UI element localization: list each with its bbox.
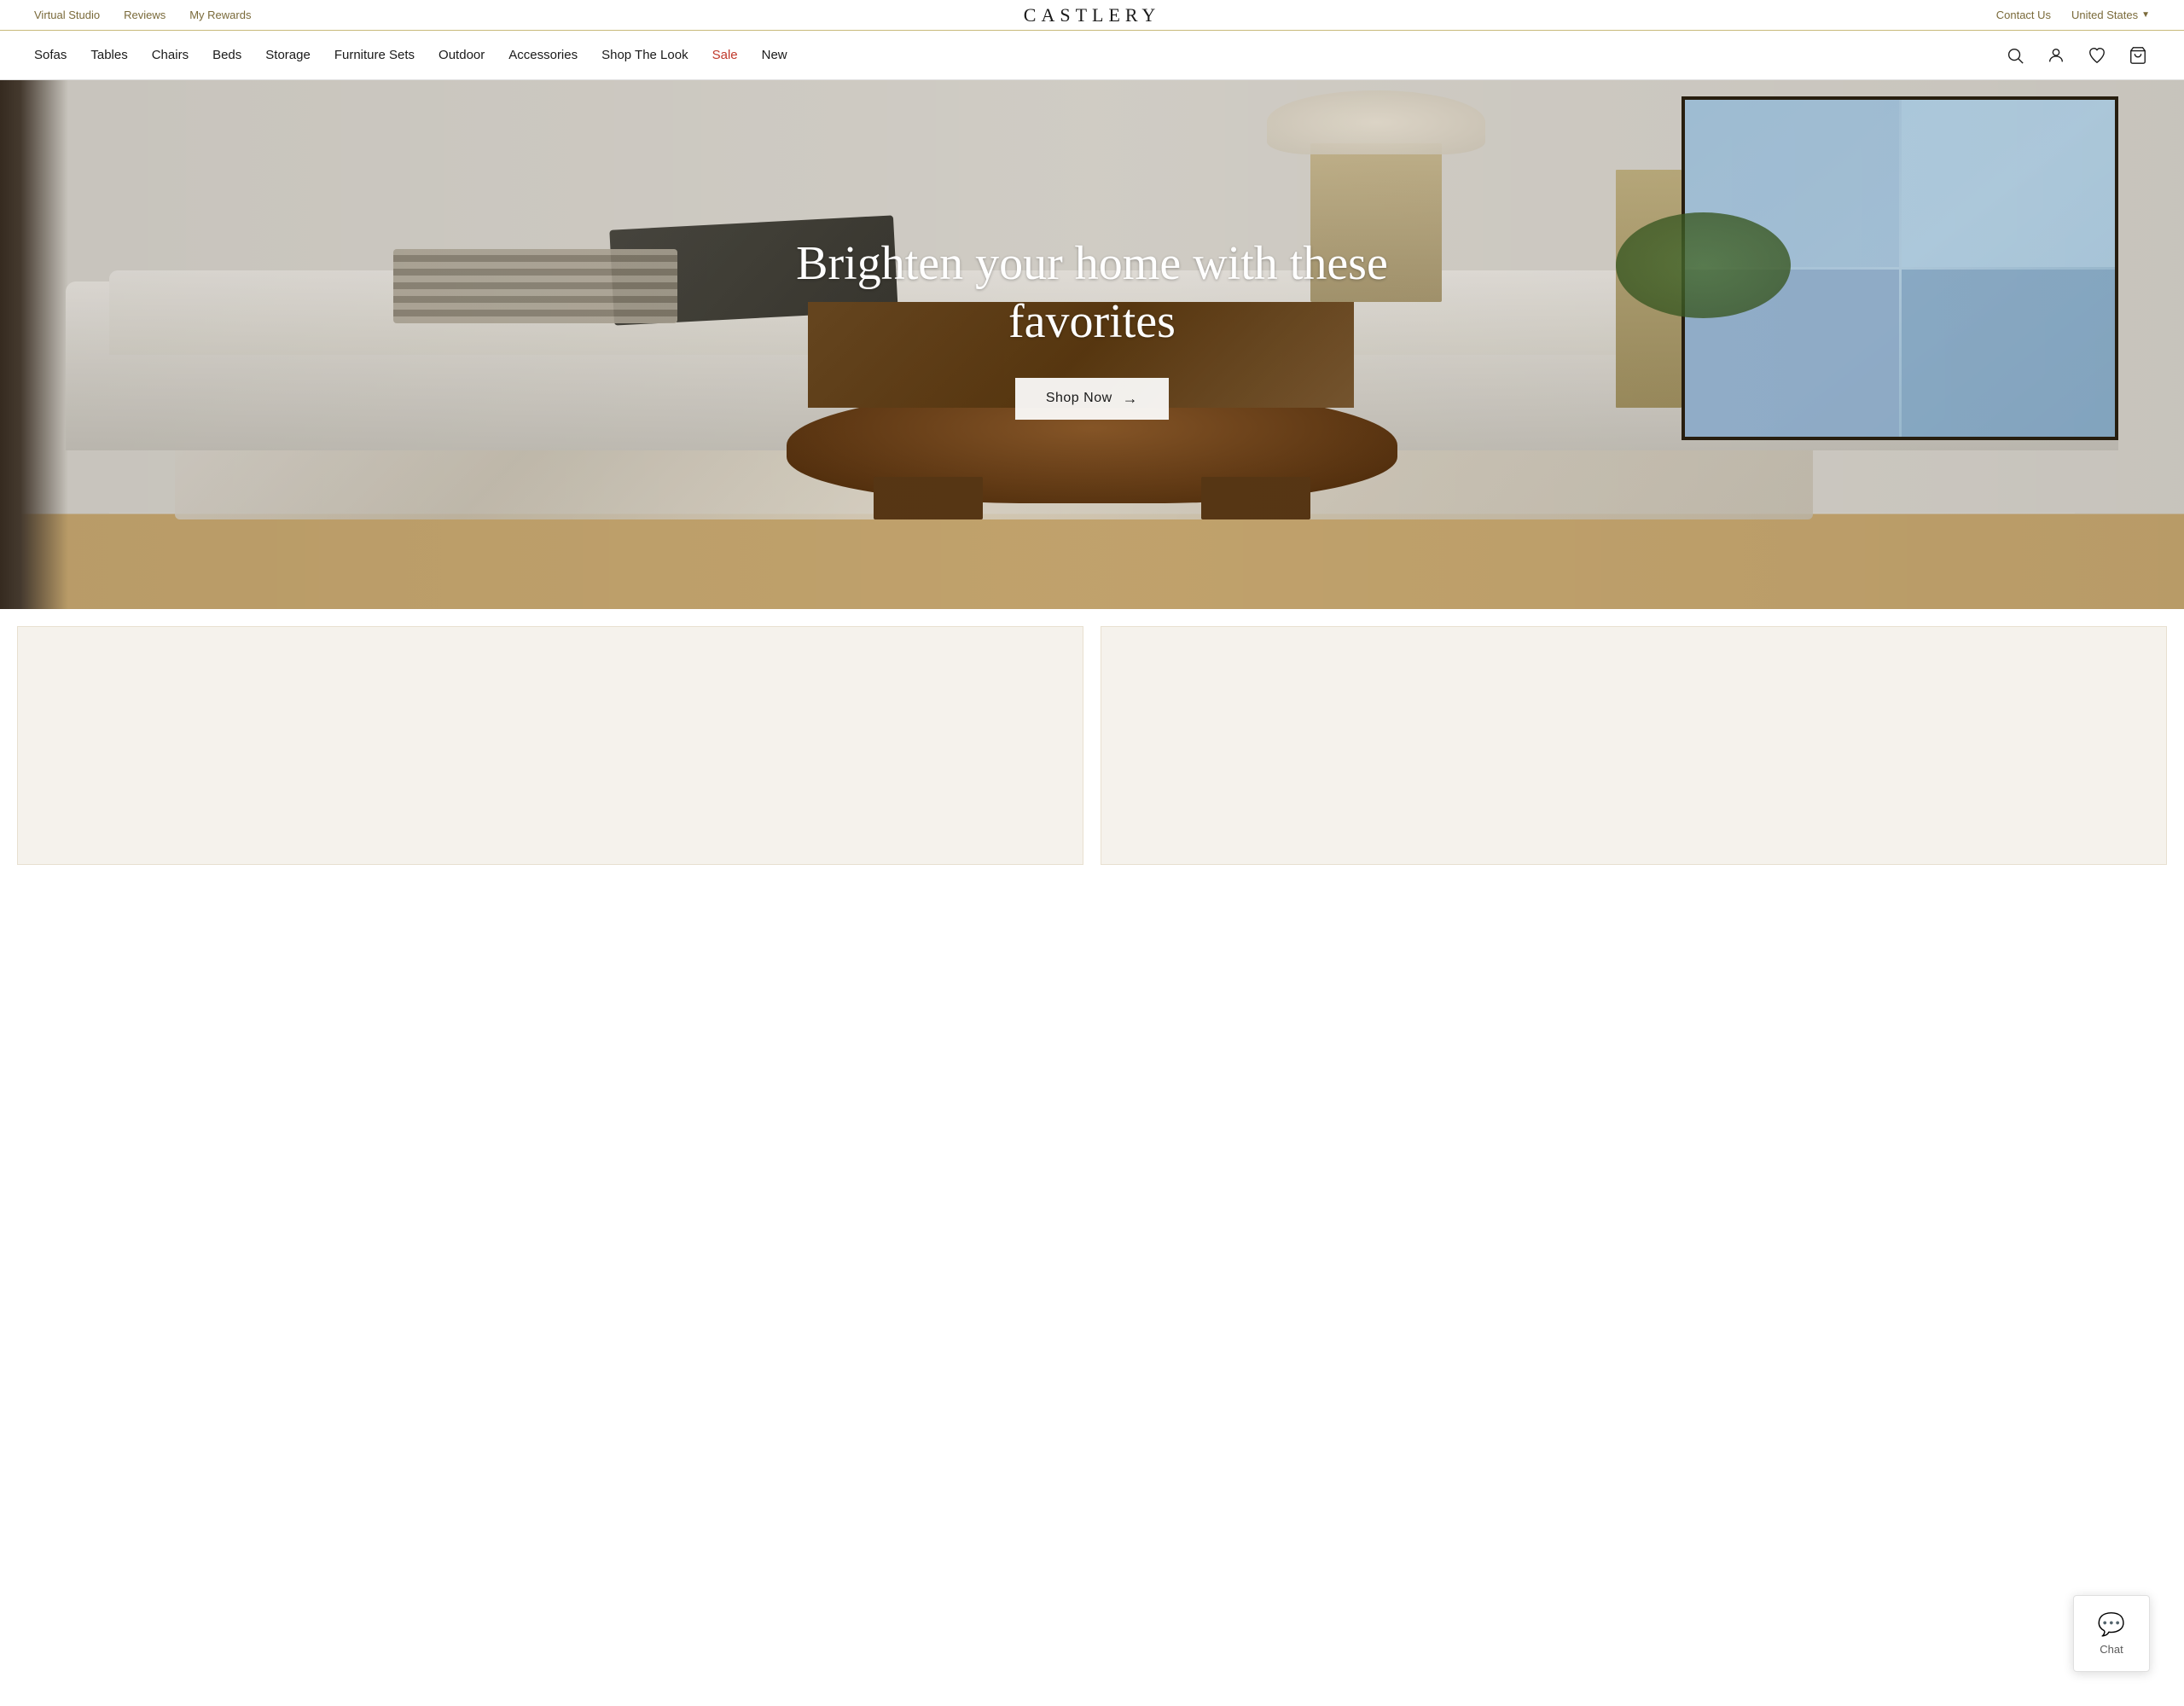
top-bar: Virtual Studio Reviews My Rewards CASTLE… [0,0,2184,31]
nav-outdoor[interactable]: Outdoor [439,48,485,62]
shop-now-label: Shop Now [1046,391,1112,406]
country-selector[interactable]: United States ▼ [2071,9,2150,21]
nav-links: Sofas Tables Chairs Beds Storage Furnitu… [34,48,787,62]
hero-title: Brighten your home with these favorites [708,235,1476,350]
top-bar-right: Contact Us United States ▼ [1996,9,2150,21]
nav-chairs[interactable]: Chairs [152,48,189,62]
hero-content: Brighten your home with these favorites … [0,80,2184,609]
country-label: United States [2071,9,2138,21]
brand-name[interactable]: CASTLERY [1024,4,1160,26]
cart-icon[interactable] [2126,44,2150,67]
nav-icons [2003,44,2150,67]
card-2[interactable] [1101,626,2167,865]
nav-accessories[interactable]: Accessories [508,48,578,62]
nav-tables[interactable]: Tables [90,48,127,62]
chat-widget[interactable]: 💬 Chat [2073,1595,2150,1672]
hero-section: Brighten your home with these favorites … [0,80,2184,609]
chat-label: Chat [2100,1643,2123,1656]
nav-shop-the-look[interactable]: Shop The Look [601,48,688,62]
reviews-link[interactable]: Reviews [124,9,166,21]
nav-storage[interactable]: Storage [265,48,311,62]
nav-sale[interactable]: Sale [712,48,738,62]
nav-furniture-sets[interactable]: Furniture Sets [334,48,415,62]
cards-section [0,609,2184,865]
virtual-studio-link[interactable]: Virtual Studio [34,9,100,21]
my-rewards-link[interactable]: My Rewards [189,9,251,21]
nav-sofas[interactable]: Sofas [34,48,67,62]
nav-beds[interactable]: Beds [212,48,241,62]
arrow-right-icon: → [1123,390,1139,408]
wishlist-icon[interactable] [2085,44,2109,67]
card-1[interactable] [17,626,1083,865]
search-icon[interactable] [2003,44,2027,67]
shop-now-button[interactable]: Shop Now → [1015,378,1169,420]
account-icon[interactable] [2044,44,2068,67]
top-bar-left: Virtual Studio Reviews My Rewards [34,9,251,21]
main-nav: Sofas Tables Chairs Beds Storage Furnitu… [0,31,2184,80]
chevron-down-icon: ▼ [2141,10,2150,20]
chat-bubble-icon: 💬 [2098,1612,2125,1638]
nav-new[interactable]: New [762,48,787,62]
contact-us-link[interactable]: Contact Us [1996,9,2051,21]
